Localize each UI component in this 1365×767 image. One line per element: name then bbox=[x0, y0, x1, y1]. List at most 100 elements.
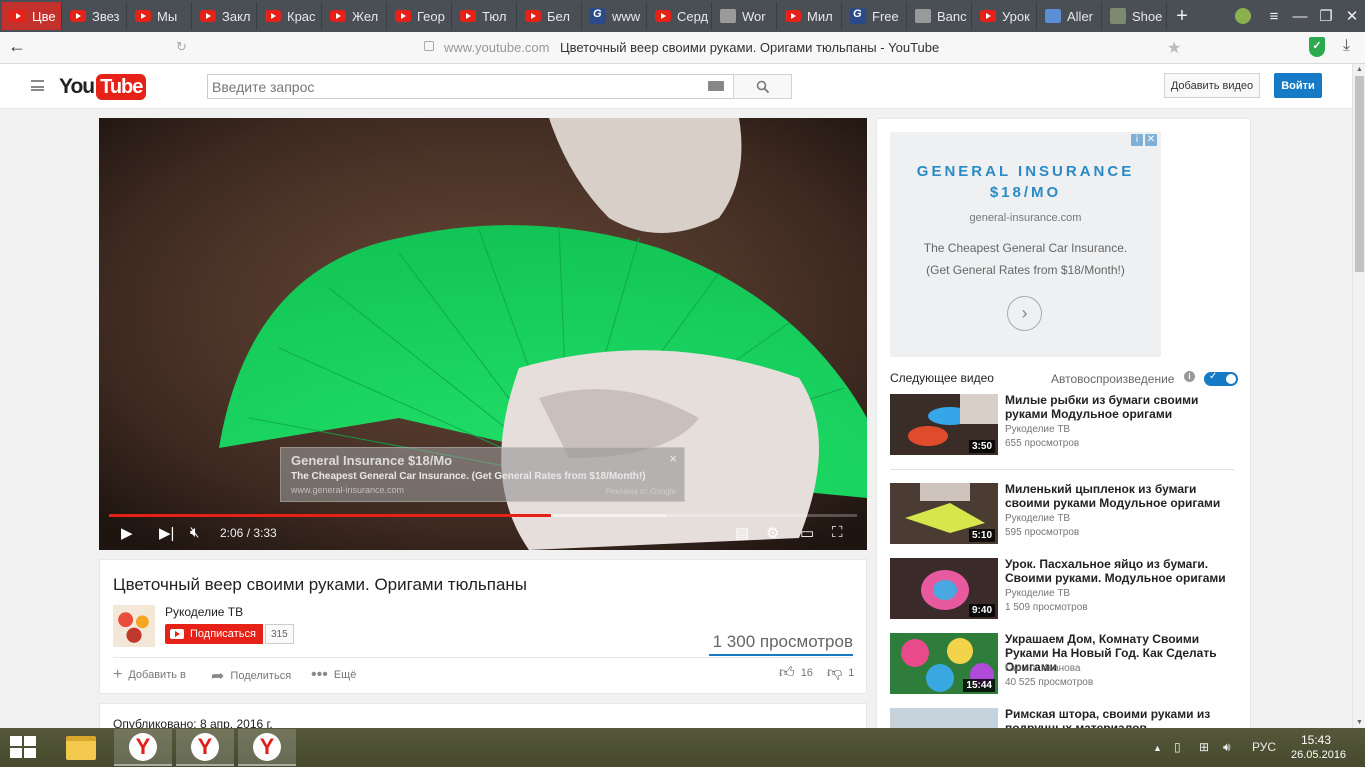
browser-tab[interactable]: Тюл bbox=[452, 2, 517, 30]
ad-info-icon[interactable]: i bbox=[1131, 134, 1143, 146]
close-icon[interactable]: ✕ bbox=[1339, 7, 1365, 25]
like-button[interactable]: 👍︎ 16 bbox=[779, 664, 813, 682]
sign-in-button[interactable]: Войти bbox=[1274, 73, 1322, 98]
browser-tab[interactable]: Мил bbox=[777, 2, 842, 30]
video-channel[interactable]: Рукоделие ТВ bbox=[1005, 588, 1070, 599]
browser-tab[interactable]: Жел bbox=[322, 2, 387, 30]
network-icon[interactable]: ⊞ bbox=[1199, 740, 1209, 754]
protect-shield-icon[interactable]: ✓ bbox=[1309, 37, 1325, 57]
video-thumbnail[interactable]: 5:10 bbox=[890, 483, 998, 544]
youtube-logo[interactable]: You Tube bbox=[59, 74, 147, 100]
play-icon[interactable]: ▶ bbox=[121, 524, 133, 542]
restore-icon[interactable]: ❐ bbox=[1313, 7, 1339, 25]
browser-tab[interactable]: Цве bbox=[2, 2, 62, 30]
sidebar-ad[interactable]: i ✕ GENERAL INSURANCE $18/MO general-ins… bbox=[890, 132, 1161, 357]
page-scrollbar[interactable]: ▲ ▼ bbox=[1352, 64, 1365, 728]
video-thumbnail[interactable]: 15:44 bbox=[890, 633, 998, 694]
list-item[interactable]: 3:50 Милые рыбки из бумаги своими руками… bbox=[890, 393, 1237, 456]
browser-tab[interactable]: Крас bbox=[257, 2, 322, 30]
extension-icon[interactable] bbox=[1235, 8, 1251, 24]
overlay-ad[interactable]: General Insurance $18/Mo The Cheapest Ge… bbox=[280, 447, 685, 502]
file-explorer-icon[interactable] bbox=[52, 729, 110, 766]
video-channel[interactable]: Рукоделие ТВ bbox=[1005, 513, 1070, 524]
yandex-browser-icon[interactable]: Y bbox=[176, 729, 234, 766]
keyboard-icon[interactable] bbox=[708, 81, 724, 91]
subscribe-button[interactable]: Подписаться bbox=[165, 624, 263, 644]
browser-tab[interactable]: Free bbox=[842, 2, 907, 30]
ad-title[interactable]: GENERAL INSURANCE $18/MO bbox=[890, 161, 1161, 203]
yandex-browser-icon[interactable]: Y bbox=[238, 729, 296, 766]
list-item[interactable]: 9:40 Урок. Пасхальное яйцо из бумаги. Св… bbox=[890, 557, 1237, 620]
more-label: Ещё bbox=[333, 669, 357, 681]
video-thumbnail[interactable]: 9:40 bbox=[890, 558, 998, 619]
share-button[interactable]: ➦ Поделиться bbox=[211, 666, 291, 686]
menu-icon[interactable]: ≡ bbox=[1261, 8, 1287, 25]
browser-tab[interactable]: Бел bbox=[517, 2, 582, 30]
dislike-button[interactable]: 👎︎ 1 bbox=[827, 664, 854, 682]
taskbar-clock[interactable]: 15:43 26.05.2016 bbox=[1291, 733, 1346, 763]
mute-icon[interactable]: 🔇︎ bbox=[190, 524, 199, 541]
settings-gear-icon[interactable]: ⚙ bbox=[766, 524, 779, 542]
scrollbar-thumb[interactable] bbox=[1355, 76, 1364, 272]
search-button[interactable] bbox=[733, 74, 792, 99]
windows-start-icon[interactable] bbox=[10, 736, 38, 760]
download-icon[interactable]: ⤓ bbox=[1343, 37, 1350, 55]
reload-icon[interactable]: ↻ bbox=[176, 39, 187, 55]
minimize-icon[interactable]: — bbox=[1287, 8, 1313, 25]
youtube-favicon-icon bbox=[525, 10, 541, 22]
browser-tab[interactable]: Серд bbox=[647, 2, 712, 30]
browser-tab[interactable]: Закл bbox=[192, 2, 257, 30]
volume-icon[interactable]: 🔊︎ bbox=[1223, 740, 1231, 755]
video-channel[interactable]: Рукоделие ТВ bbox=[1005, 424, 1070, 435]
phone-icon[interactable]: ▯ bbox=[1174, 740, 1181, 754]
url-domain[interactable]: www.youtube.com bbox=[444, 40, 550, 55]
tray-expand-icon[interactable]: ▲ bbox=[1153, 743, 1162, 753]
guide-menu-icon[interactable] bbox=[31, 80, 44, 91]
yandex-browser-icon[interactable]: Y bbox=[114, 729, 172, 766]
theater-mode-icon[interactable]: ▭ bbox=[800, 524, 814, 542]
share-label: Поделиться bbox=[230, 670, 292, 682]
video-thumbnail[interactable]: 3:50 bbox=[890, 394, 998, 455]
overlay-close-icon[interactable]: × bbox=[669, 451, 677, 466]
browser-tab[interactable]: Геор bbox=[387, 2, 452, 30]
channel-avatar[interactable] bbox=[113, 605, 155, 647]
browser-tab[interactable]: Banc bbox=[907, 2, 972, 30]
browser-tab[interactable]: Aller bbox=[1037, 2, 1102, 30]
lock-icon[interactable] bbox=[424, 41, 434, 51]
list-item[interactable]: 15:44 Украшаем Дом, Комнату Своими Рукам… bbox=[890, 632, 1235, 695]
fullscreen-icon[interactable]: ⛶ bbox=[832, 524, 843, 541]
video-channel[interactable]: Галина Иванова bbox=[1005, 663, 1081, 674]
video-title[interactable]: Миленький цыпленок из бумаги своими рука… bbox=[1005, 482, 1237, 510]
channel-name[interactable]: Рукоделие ТВ bbox=[165, 605, 243, 619]
subtitles-icon[interactable]: ▤ bbox=[735, 524, 749, 542]
browser-tab[interactable]: www bbox=[582, 2, 647, 30]
scroll-down-arrow-icon[interactable]: ▼ bbox=[1356, 719, 1363, 726]
grey-favicon-icon bbox=[915, 9, 931, 23]
add-to-button[interactable]: + Добавить в bbox=[113, 666, 186, 684]
list-item[interactable]: 5:10 Миленький цыпленок из бумаги своими… bbox=[890, 482, 1237, 545]
back-arrow-icon[interactable]: ← bbox=[8, 36, 26, 57]
video-title[interactable]: Урок. Пасхальное яйцо из бумаги. Своими … bbox=[1005, 557, 1237, 585]
ad-close-icon[interactable]: ✕ bbox=[1145, 134, 1157, 146]
browser-tab[interactable]: Shoe bbox=[1102, 2, 1167, 30]
autoplay-info-icon[interactable]: i bbox=[1184, 371, 1195, 382]
browser-tab[interactable]: Урок bbox=[972, 2, 1037, 30]
bookmark-star-icon[interactable]: ★ bbox=[1167, 38, 1181, 58]
progress-bar[interactable] bbox=[109, 514, 857, 517]
video-player[interactable]: General Insurance $18/Mo The Cheapest Ge… bbox=[99, 118, 867, 550]
more-button[interactable]: ••• Ещё bbox=[311, 666, 356, 684]
overlay-ad-title[interactable]: General Insurance $18/Mo bbox=[291, 453, 674, 468]
autoplay-toggle[interactable] bbox=[1204, 371, 1238, 386]
browser-tab[interactable]: Wor bbox=[712, 2, 777, 30]
ad-arrow-icon[interactable]: › bbox=[1007, 296, 1042, 331]
new-tab-button[interactable]: + bbox=[1167, 2, 1197, 30]
upload-video-button[interactable]: Добавить видео bbox=[1164, 73, 1260, 98]
language-indicator[interactable]: РУС bbox=[1252, 740, 1276, 754]
browser-tab[interactable]: Звез bbox=[62, 2, 127, 30]
url-page-title[interactable]: Цветочный веер своими руками. Оригами тю… bbox=[560, 40, 939, 55]
next-icon[interactable]: ▶| bbox=[159, 524, 174, 542]
video-title[interactable]: Милые рыбки из бумаги своими руками Моду… bbox=[1005, 393, 1237, 421]
browser-tab[interactable]: Мы bbox=[127, 2, 192, 30]
search-input[interactable] bbox=[208, 75, 688, 98]
scroll-up-arrow-icon[interactable]: ▲ bbox=[1356, 66, 1363, 73]
